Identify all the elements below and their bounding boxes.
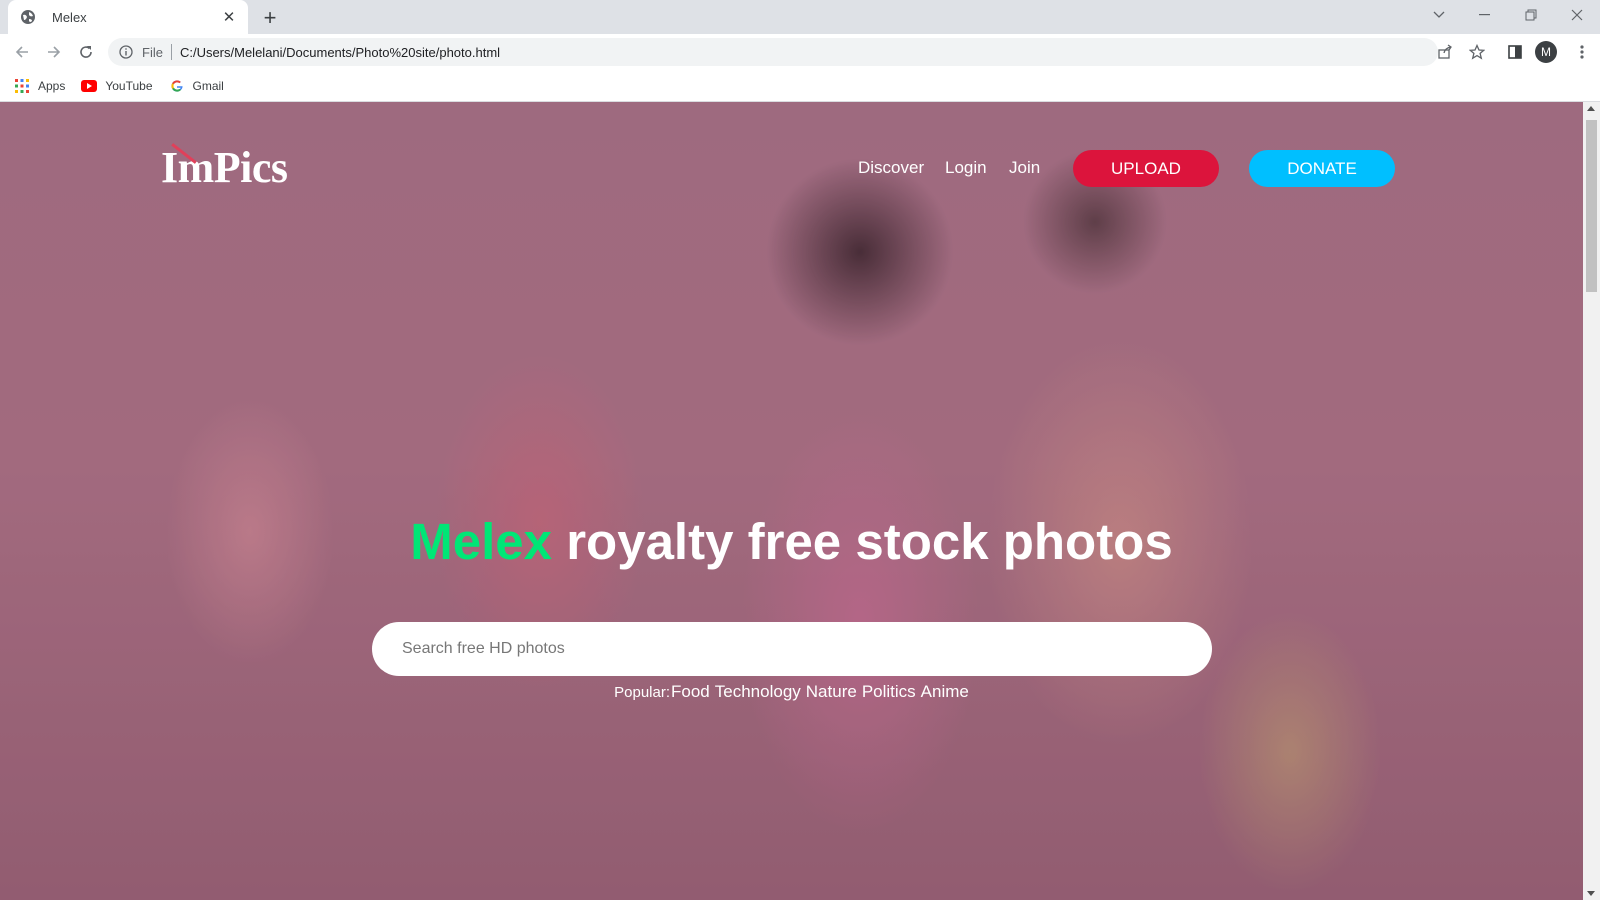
scrollbar-thumb[interactable] xyxy=(1586,120,1597,292)
bookmark-label: Gmail xyxy=(192,78,224,93)
popular-tag-anime[interactable]: Anime xyxy=(921,682,969,701)
popular-tag-food[interactable]: Food xyxy=(671,682,710,701)
info-icon[interactable] xyxy=(118,44,134,60)
hero-background-image xyxy=(0,102,1583,900)
globe-icon xyxy=(20,9,36,25)
new-tab-button[interactable]: + xyxy=(258,5,282,30)
upload-button[interactable]: UPLOAD xyxy=(1073,150,1219,187)
donate-button[interactable]: DONATE xyxy=(1249,150,1395,187)
reload-icon[interactable] xyxy=(72,38,100,66)
bookmark-gmail[interactable]: Gmail xyxy=(169,78,224,94)
window-close-icon[interactable] xyxy=(1554,0,1600,30)
site-logo[interactable]: ImPics xyxy=(161,142,288,193)
popular-label: Popular: xyxy=(614,684,671,701)
omnibox-divider xyxy=(170,44,172,60)
tab-search-icon[interactable] xyxy=(1416,0,1462,30)
popular-tag-politics[interactable]: Politics xyxy=(862,682,916,701)
page-scrollbar[interactable] xyxy=(1583,102,1600,900)
apps-grid-icon xyxy=(14,78,30,94)
bookmark-label: Apps xyxy=(38,78,66,93)
browser-toolbar: File C:/Users/Melelani/Documents/Photo%2… xyxy=(0,34,1600,70)
close-icon[interactable]: ✕ xyxy=(220,8,238,26)
bookmark-label: YouTube xyxy=(105,78,153,93)
hero-headline: Melex royalty free stock photos xyxy=(0,512,1583,571)
popular-tag-technology[interactable]: Technology xyxy=(715,682,801,701)
nav-join-link[interactable]: Join xyxy=(1009,158,1040,178)
scheme-label: File xyxy=(142,44,163,60)
headline-brand: Melex xyxy=(410,513,553,570)
bookmark-apps[interactable]: Apps xyxy=(14,78,65,94)
youtube-icon xyxy=(81,78,98,94)
popular-tags: Popular:Food Technology Nature Politics Anim… xyxy=(0,682,1583,702)
tab-title: Melex xyxy=(52,9,87,25)
back-arrow-icon[interactable] xyxy=(8,38,36,66)
bookmarks-bar: Apps YouTube Gmail xyxy=(0,70,1600,102)
nav-login-link[interactable]: Login xyxy=(945,158,987,178)
bookmark-youtube[interactable]: YouTube xyxy=(81,78,153,94)
url-text[interactable]: C:/Users/Melelani/Documents/Photo%20site… xyxy=(180,45,500,60)
share-icon[interactable] xyxy=(1433,40,1457,64)
browser-tab[interactable]: Melex ✕ xyxy=(8,0,248,34)
nav-discover-link[interactable]: Discover xyxy=(858,158,924,178)
address-bar[interactable]: File C:/Users/Melelani/Documents/Photo%2… xyxy=(108,38,1438,66)
google-icon xyxy=(169,78,185,94)
forward-arrow-icon[interactable] xyxy=(40,38,68,66)
scroll-down-arrow-icon[interactable] xyxy=(1587,891,1595,896)
minimize-icon[interactable] xyxy=(1462,0,1508,30)
bookmark-star-icon[interactable] xyxy=(1465,40,1489,64)
popular-tag-nature[interactable]: Nature xyxy=(806,682,857,701)
page-viewport: ImPics Discover Login Join UPLOAD DONATE… xyxy=(0,102,1583,900)
scroll-up-arrow-icon[interactable] xyxy=(1587,106,1595,111)
more-menu-icon[interactable] xyxy=(1570,40,1594,64)
side-panel-icon[interactable] xyxy=(1503,40,1527,64)
tab-strip: Melex ✕ + xyxy=(0,0,1600,34)
profile-avatar[interactable]: M xyxy=(1535,41,1557,63)
headline-rest: royalty free stock photos xyxy=(552,513,1173,570)
restore-icon[interactable] xyxy=(1508,0,1554,30)
search-input[interactable] xyxy=(372,622,1212,676)
